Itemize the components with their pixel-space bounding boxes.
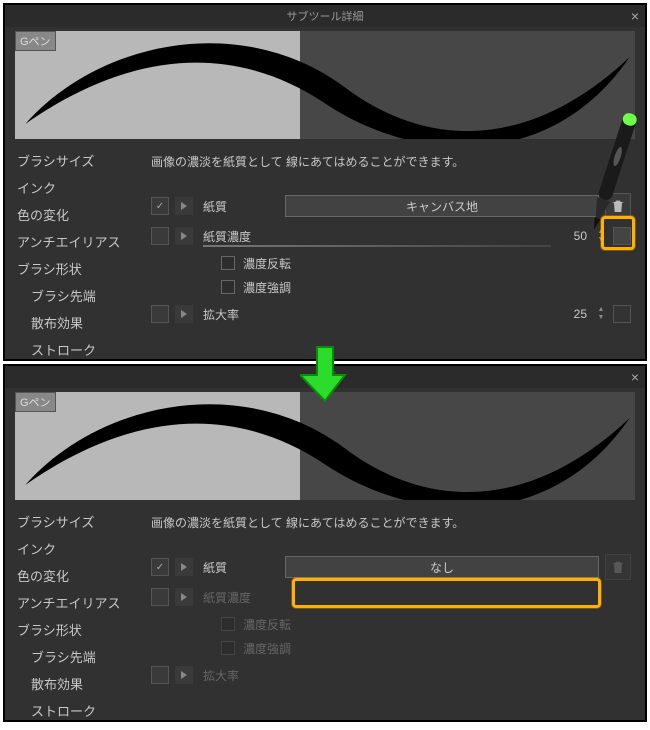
row-invert: 濃度反転	[151, 612, 631, 636]
scale-spinner[interactable]: ▲▼	[595, 306, 607, 322]
sidebar-item-color-change[interactable]: 色の変化	[13, 562, 145, 589]
panel-before: サブツール詳細 × Gペン ブラシサイズ インク 色の変化 アンチエイリアス ブ…	[3, 3, 647, 361]
row-emphasize: 濃度強調	[151, 275, 631, 299]
stroke-icon	[15, 392, 635, 500]
expand-icon[interactable]	[175, 666, 193, 684]
category-sidebar: ブラシサイズ インク 色の変化 アンチエイリアス ブラシ形状 ブラシ先端 散布効…	[5, 504, 145, 722]
show-toggle[interactable]	[151, 588, 169, 606]
row-texture: ✓ 紙質 なし	[151, 552, 631, 582]
row-scale: 拡大率	[151, 660, 631, 690]
density-spinner[interactable]: ▲▼	[595, 228, 607, 244]
sidebar-item-antialias[interactable]: アンチエイリアス	[13, 589, 145, 616]
row-density: 紙質濃度 50 ▲▼	[151, 221, 631, 251]
expand-icon[interactable]	[175, 305, 193, 323]
label-emphasize: 濃度強調	[243, 279, 291, 296]
description-text: 画像の濃淡を紙質として 線にあてはめることができます。	[151, 514, 631, 532]
description-text: 画像の濃淡を紙質として 線にあてはめることができます。	[151, 153, 631, 171]
category-sidebar: ブラシサイズ インク 色の変化 アンチエイリアス ブラシ形状 ブラシ先端 散布効…	[5, 143, 145, 361]
label-texture: 紙質	[199, 559, 279, 576]
properties-panel: 画像の濃淡を紙質として 線にあてはめることができます。 ✓ 紙質 キャンバス地 …	[145, 143, 645, 361]
close-icon[interactable]: ×	[631, 8, 639, 24]
window-titlebar: サブツール詳細 ×	[5, 5, 645, 27]
show-toggle[interactable]: ✓	[151, 558, 169, 576]
sidebar-item-brush-size[interactable]: ブラシサイズ	[13, 147, 145, 174]
stroke-icon	[15, 31, 635, 139]
sidebar-item-stroke[interactable]: ストローク	[13, 697, 145, 722]
label-texture: 紙質	[199, 198, 279, 215]
delete-texture-button[interactable]	[605, 554, 631, 580]
row-emphasize: 濃度強調	[151, 636, 631, 660]
label-density: 紙質濃度	[199, 589, 279, 606]
sidebar-item-brush-size[interactable]: ブラシサイズ	[13, 508, 145, 535]
label-invert: 濃度反転	[243, 616, 291, 633]
texture-dropdown[interactable]: キャンバス地	[285, 195, 599, 217]
trash-icon	[610, 198, 626, 214]
sidebar-item-antialias[interactable]: アンチエイリアス	[13, 228, 145, 255]
row-texture: ✓ 紙質 キャンバス地	[151, 191, 631, 221]
expand-icon[interactable]	[175, 197, 193, 215]
close-icon[interactable]: ×	[631, 369, 639, 385]
label-scale: 拡大率	[199, 667, 279, 684]
panel-after: サブ × Gペン ブラシサイズ インク 色の変化 アンチエイリアス ブラシ形状 …	[3, 364, 647, 722]
show-toggle[interactable]	[151, 666, 169, 684]
sidebar-item-stroke[interactable]: ストローク	[13, 336, 145, 361]
texture-dropdown[interactable]: なし	[285, 556, 599, 578]
density-slider[interactable]	[203, 245, 551, 247]
density-value[interactable]: 50	[549, 229, 589, 243]
show-toggle[interactable]	[151, 305, 169, 323]
expand-icon[interactable]	[175, 227, 193, 245]
expand-icon[interactable]	[175, 558, 193, 576]
sidebar-item-ink[interactable]: インク	[13, 535, 145, 562]
sidebar-item-color-change[interactable]: 色の変化	[13, 201, 145, 228]
invert-checkbox[interactable]	[221, 256, 235, 270]
dynamics-toggle[interactable]	[613, 305, 631, 323]
label-density: 紙質濃度	[199, 228, 279, 245]
scale-value[interactable]: 25	[549, 307, 589, 321]
delete-texture-button[interactable]	[605, 193, 631, 219]
row-density: 紙質濃度	[151, 582, 631, 612]
arrow-down-icon	[300, 345, 350, 403]
show-toggle[interactable]: ✓	[151, 197, 169, 215]
trash-icon	[610, 559, 626, 575]
sidebar-item-brush-tip[interactable]: ブラシ先端	[13, 282, 145, 309]
sidebar-item-scatter[interactable]: 散布効果	[13, 309, 145, 336]
dynamics-toggle[interactable]	[613, 227, 631, 245]
invert-checkbox	[221, 617, 235, 631]
show-toggle[interactable]	[151, 227, 169, 245]
expand-icon[interactable]	[175, 588, 193, 606]
row-scale: 拡大率 25 ▲▼	[151, 299, 631, 329]
properties-panel: 画像の濃淡を紙質として 線にあてはめることができます。 ✓ 紙質 なし 紙質濃度…	[145, 504, 645, 722]
sidebar-item-scatter[interactable]: 散布効果	[13, 670, 145, 697]
emphasize-checkbox[interactable]	[221, 280, 235, 294]
emphasize-checkbox	[221, 641, 235, 655]
stroke-preview: Gペン	[15, 31, 635, 139]
label-emphasize: 濃度強調	[243, 640, 291, 657]
sidebar-item-brush-shape[interactable]: ブラシ形状	[13, 616, 145, 643]
sidebar-item-brush-shape[interactable]: ブラシ形状	[13, 255, 145, 282]
window-title: サブツール詳細	[287, 8, 364, 24]
label-scale: 拡大率	[199, 306, 279, 323]
label-invert: 濃度反転	[243, 255, 291, 272]
stroke-preview: Gペン	[15, 392, 635, 500]
sidebar-item-brush-tip[interactable]: ブラシ先端	[13, 643, 145, 670]
sidebar-item-ink[interactable]: インク	[13, 174, 145, 201]
row-invert: 濃度反転	[151, 251, 631, 275]
